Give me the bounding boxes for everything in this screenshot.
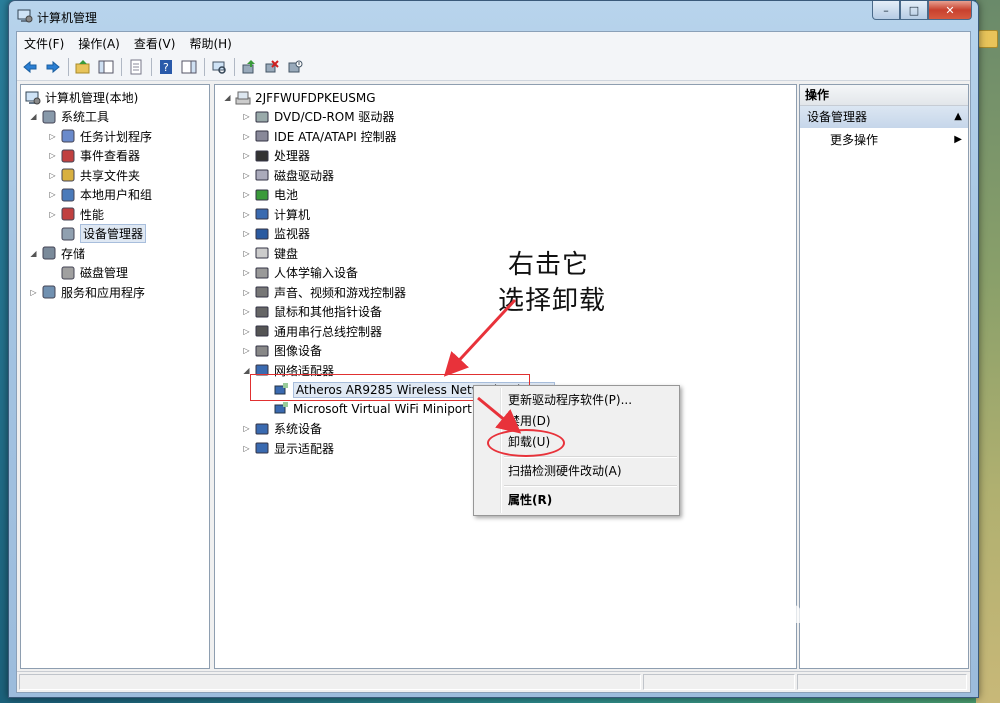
annotation-arrow-1 <box>443 298 517 377</box>
annotation-arrow-2 <box>477 396 522 434</box>
watermark-logo-text: Baidu 经验 <box>756 593 942 631</box>
watermark-url: jingyan.baidu.com <box>803 633 942 651</box>
baidu-watermark: Baidu 经验 jingyan.baidu.com <box>756 587 942 651</box>
